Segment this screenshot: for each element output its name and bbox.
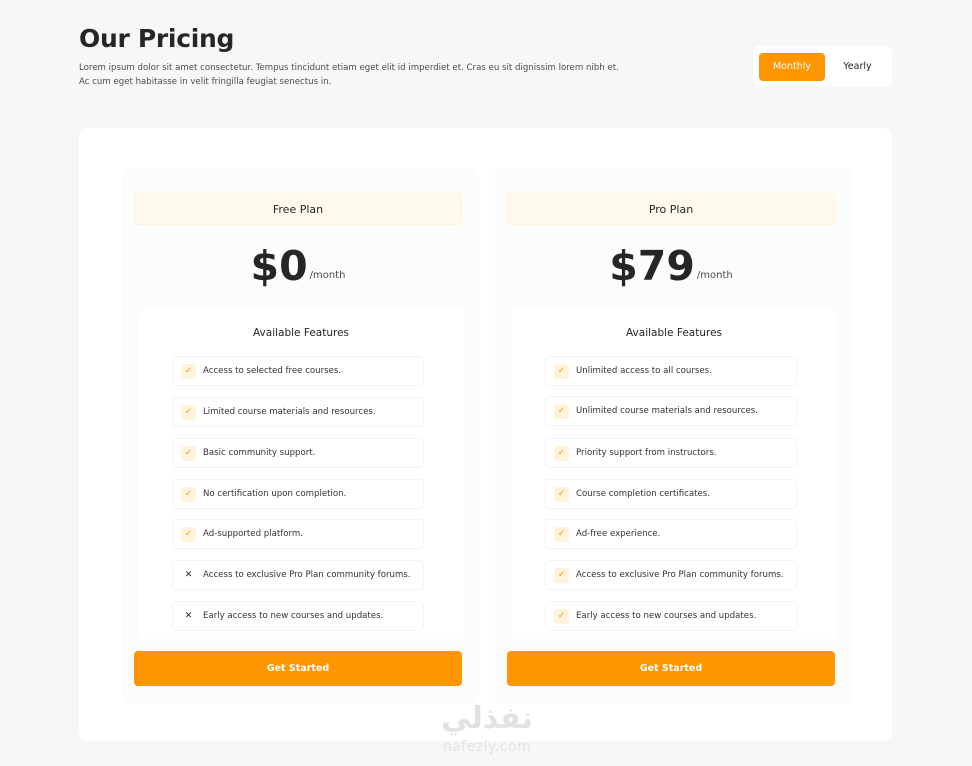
feature-label: Basic community support. — [203, 448, 316, 458]
feature-label: Early access to new courses and updates. — [203, 611, 384, 621]
watermark-url: nafezly.com — [442, 739, 532, 755]
check-icon: ✓ — [181, 445, 196, 461]
page-description: Lorem ipsum dolor sit amet consectetur. … — [79, 63, 619, 87]
feature-item: ✓ Unlimited course materials and resourc… — [545, 396, 797, 426]
check-icon: ✓ — [554, 486, 569, 502]
feature-label: Course completion certificates. — [576, 489, 710, 499]
feature-item: ✓ Access to exclusive Pro Plan community… — [545, 560, 797, 590]
features-box: Available Features ✓ Access to selected … — [138, 309, 464, 639]
price-period: /month — [696, 270, 733, 281]
cross-icon: ✕ — [181, 567, 196, 583]
check-icon: ✓ — [554, 403, 569, 419]
feature-item: ✓ Early access to new courses and update… — [545, 601, 797, 631]
feature-item: ✕ Early access to new courses and update… — [172, 601, 424, 631]
pricing-panel: Free Plan $0 /month Available Features ✓… — [79, 128, 892, 741]
features-box: Available Features ✓ Unlimited access to… — [511, 309, 837, 639]
feature-label: Early access to new courses and updates. — [576, 611, 757, 621]
check-icon: ✓ — [181, 404, 196, 420]
feature-item: ✓ Ad-supported platform. — [172, 519, 424, 549]
plan-card-free: Free Plan $0 /month Available Features ✓… — [122, 168, 479, 704]
features-title: Available Features — [625, 327, 722, 339]
plan-price: $0 — [250, 242, 308, 290]
check-icon: ✓ — [554, 363, 569, 379]
check-icon: ✓ — [181, 486, 196, 502]
check-icon: ✓ — [554, 567, 569, 583]
features-title: Available Features — [252, 327, 349, 339]
feature-item: ✓ Limited course materials and resources… — [172, 397, 424, 427]
check-icon: ✓ — [554, 608, 569, 624]
get-started-button[interactable]: Get Started — [507, 651, 835, 686]
feature-label: Access to exclusive Pro Plan community f… — [576, 570, 784, 580]
watermark: نفذلي nafezly.com — [427, 700, 547, 766]
feature-item: ✓ Priority support from instructors. — [545, 438, 797, 468]
feature-item: ✓ Ad-free experience. — [545, 519, 797, 549]
get-started-button[interactable]: Get Started — [134, 651, 462, 686]
monthly-toggle-button[interactable]: Monthly — [759, 52, 825, 81]
feature-label: No certification upon completion. — [203, 489, 347, 499]
feature-label: Access to selected free courses. — [203, 366, 342, 376]
feature-label: Ad-free experience. — [576, 529, 661, 539]
feature-item: ✓ Access to selected free courses. — [172, 356, 424, 386]
plan-name: Free Plan — [134, 193, 462, 225]
feature-label: Ad-supported platform. — [203, 529, 303, 539]
plan-card-pro: Pro Plan $79 /month Available Features ✓… — [495, 168, 852, 704]
plan-name: Pro Plan — [507, 193, 835, 225]
feature-item: ✓ Basic community support. — [172, 438, 424, 468]
cross-icon: ✕ — [181, 608, 196, 624]
feature-item: ✓ Unlimited access to all courses. — [545, 356, 797, 386]
price-row: $79 /month — [495, 238, 847, 288]
page-header: Our Pricing Lorem ipsum dolor sit amet c… — [79, 24, 619, 89]
billing-toggle: Monthly Yearly — [753, 46, 892, 87]
price-row: $0 /month — [122, 238, 474, 288]
feature-item: ✓ No certification upon completion. — [172, 479, 424, 509]
feature-label: Unlimited access to all courses. — [576, 366, 712, 376]
watermark-logo: نفذلي — [441, 701, 533, 736]
check-icon: ✓ — [554, 445, 569, 461]
feature-item: ✓ Course completion certificates. — [545, 479, 797, 509]
yearly-toggle-button[interactable]: Yearly — [829, 53, 886, 81]
feature-label: Access to exclusive Pro Plan community f… — [203, 570, 411, 580]
feature-item: ✕ Access to exclusive Pro Plan community… — [172, 560, 424, 590]
check-icon: ✓ — [181, 363, 196, 379]
page-title: Our Pricing — [79, 24, 235, 53]
check-icon: ✓ — [554, 526, 569, 542]
plan-price: $79 — [609, 242, 695, 290]
check-icon: ✓ — [181, 526, 196, 542]
feature-label: Unlimited course materials and resources… — [576, 406, 758, 416]
feature-label: Limited course materials and resources. — [203, 407, 376, 417]
price-period: /month — [309, 270, 346, 281]
feature-label: Priority support from instructors. — [576, 448, 717, 458]
